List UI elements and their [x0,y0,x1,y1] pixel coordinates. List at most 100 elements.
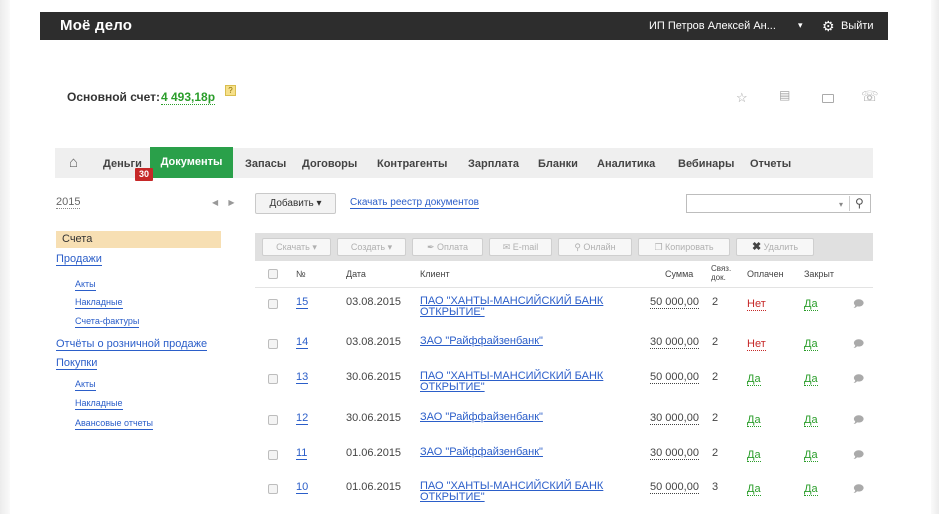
year-nav-arrows[interactable]: ◀ ▶ [212,198,239,207]
logout-link[interactable]: Выйти [841,20,874,32]
delete-button[interactable]: ✖ Удалить [736,238,814,256]
sidebar-item-retail-reports[interactable]: Отчёты о розничной продаже [56,338,208,351]
client-link[interactable]: ПАО "ХАНТЫ-МАНСИЙСКИЙ БАНК ОТКРЫТИЕ" [420,481,620,503]
gear-icon[interactable]: ⚙ [822,18,835,35]
home-icon[interactable]: ⌂ [69,154,78,171]
paid-status[interactable]: Да [747,373,761,386]
help-icon[interactable]: ? [225,85,236,96]
comment-icon[interactable]: 🗩 [853,297,864,314]
nav-item-documents[interactable]: Документы [150,147,233,178]
closed-status[interactable]: Да [804,483,818,496]
row-checkbox[interactable] [268,450,278,460]
paid-status[interactable]: Нет [747,298,766,311]
nav-item-analytics[interactable]: Аналитика [597,158,655,170]
closed-status[interactable]: Да [804,298,818,311]
sidebar-item-invoices[interactable]: Счета [56,231,221,248]
select-all-checkbox[interactable] [268,269,278,279]
card-icon[interactable] [822,94,834,103]
nav-item-contracts[interactable]: Договоры [302,158,357,170]
document-number-link[interactable]: 15 [296,296,309,309]
document-sum: 30 000,00 [650,447,699,460]
document-sum: 50 000,00 [650,481,699,494]
sidebar-item-purchase-acts[interactable]: Акты [75,378,96,391]
linked-docs-count[interactable]: 3 [712,481,718,493]
paid-status[interactable]: Нет [747,338,766,351]
sidebar-item-advance-reports[interactable]: Авансовые отчеты [75,417,153,430]
close-icon: ✖ [751,241,762,253]
nav-item-reports[interactable]: Отчеты [750,158,791,170]
paid-status[interactable]: Да [747,414,761,427]
create-button[interactable]: Создать ▾ [337,238,406,256]
download-button[interactable]: Скачать ▾ [262,238,331,256]
star-icon[interactable]: ☆ [736,90,748,106]
online-button[interactable]: ⚲ Онлайн [558,238,632,256]
client-link[interactable]: ПАО "ХАНТЫ-МАНСИЙСКИЙ БАНК ОТКРЫТИЕ" [420,371,620,393]
online-label: Онлайн [583,242,616,252]
row-checkbox[interactable] [268,484,278,494]
column-header-client[interactable]: Клиент [420,269,450,279]
sidebar-item-purchase-waybills[interactable]: Накладные [75,397,123,410]
sidebar-item-sales[interactable]: Продажи [56,253,102,266]
comment-icon[interactable]: 🗩 [853,482,864,499]
paid-status[interactable]: Да [747,483,761,496]
closed-status[interactable]: Да [804,373,818,386]
nav-item-forms[interactable]: Бланки [538,158,578,170]
closed-status[interactable]: Да [804,414,818,427]
chevron-down-icon[interactable]: ▾ [798,20,803,31]
search-input[interactable] [686,194,871,213]
column-header-sum[interactable]: Сумма [665,269,693,279]
linked-docs-count[interactable]: 2 [712,371,718,383]
nav-item-salary[interactable]: Зарплата [468,158,519,170]
search-icon[interactable]: ⚲ [855,196,864,210]
linked-docs-count[interactable]: 2 [712,447,718,459]
client-link[interactable]: ЗАО "Райффайзенбанк" [420,336,620,347]
account-balance[interactable]: 4 493,18р [161,90,216,105]
linked-docs-count[interactable]: 2 [712,336,718,348]
paid-status[interactable]: Да [747,449,761,462]
row-checkbox[interactable] [268,374,278,384]
client-link[interactable]: ПАО "ХАНТЫ-МАНСИЙСКИЙ БАНК ОТКРЫТИЕ" [420,296,620,318]
document-number-link[interactable]: 12 [296,412,309,425]
year-selector[interactable]: 2015 [56,196,81,209]
add-button[interactable]: Добавить ▾ [255,193,336,214]
nav-item-stock[interactable]: Запасы [245,158,286,170]
document-number-link[interactable]: 13 [296,371,309,384]
sidebar-item-purchases[interactable]: Покупки [56,357,98,370]
comment-icon[interactable]: 🗩 [853,413,864,430]
client-link[interactable]: ЗАО "Райффайзенбанк" [420,412,620,423]
row-checkbox[interactable] [268,339,278,349]
chevron-down-icon[interactable]: ▾ [839,200,843,209]
document-number-link[interactable]: 14 [296,336,309,349]
sidebar-item-sales-waybills[interactable]: Накладные [75,296,123,309]
column-header-paid[interactable]: Оплачен [747,269,784,279]
comment-icon[interactable]: 🗩 [853,372,864,389]
sidebar-item-invoice-factures[interactable]: Счета-фактуры [75,315,140,328]
user-menu[interactable]: ИП Петров Алексей Ан... [649,20,776,32]
column-header-date[interactable]: Дата [346,269,366,279]
column-header-number[interactable]: № [296,269,306,279]
sidebar-item-sales-acts[interactable]: Акты [75,278,96,291]
closed-status[interactable]: Да [804,338,818,351]
column-header-linked-docs[interactable]: Связ. док. [711,264,737,282]
document-number-link[interactable]: 11 [296,447,308,460]
linked-docs-count[interactable]: 2 [712,412,718,424]
column-header-closed[interactable]: Закрыт [804,269,834,279]
payment-button[interactable]: ✒ Оплата [412,238,483,256]
nav-item-webinars[interactable]: Вебинары [678,158,734,170]
email-button[interactable]: ✉ E-mail [489,238,552,256]
row-checkbox[interactable] [268,415,278,425]
comment-icon[interactable]: 🗩 [853,337,864,354]
client-link[interactable]: ЗАО "Райффайзенбанк" [420,447,620,458]
copy-button[interactable]: ❐ Копировать [638,238,730,256]
app-logo[interactable]: Моё дело [60,17,132,34]
nav-item-counterparties[interactable]: Контрагенты [377,158,447,170]
chat-icon[interactable]: ▤ [779,88,790,102]
row-checkbox[interactable] [268,299,278,309]
closed-status[interactable]: Да [804,449,818,462]
linked-docs-count[interactable]: 2 [712,296,718,308]
document-number-link[interactable]: 10 [296,481,309,494]
comment-icon[interactable]: 🗩 [853,448,864,465]
phone-icon[interactable]: ☏ [861,88,879,105]
download-registry-link[interactable]: Скачать реестр документов [350,197,479,209]
document-date: 30.06.2015 [346,412,402,424]
